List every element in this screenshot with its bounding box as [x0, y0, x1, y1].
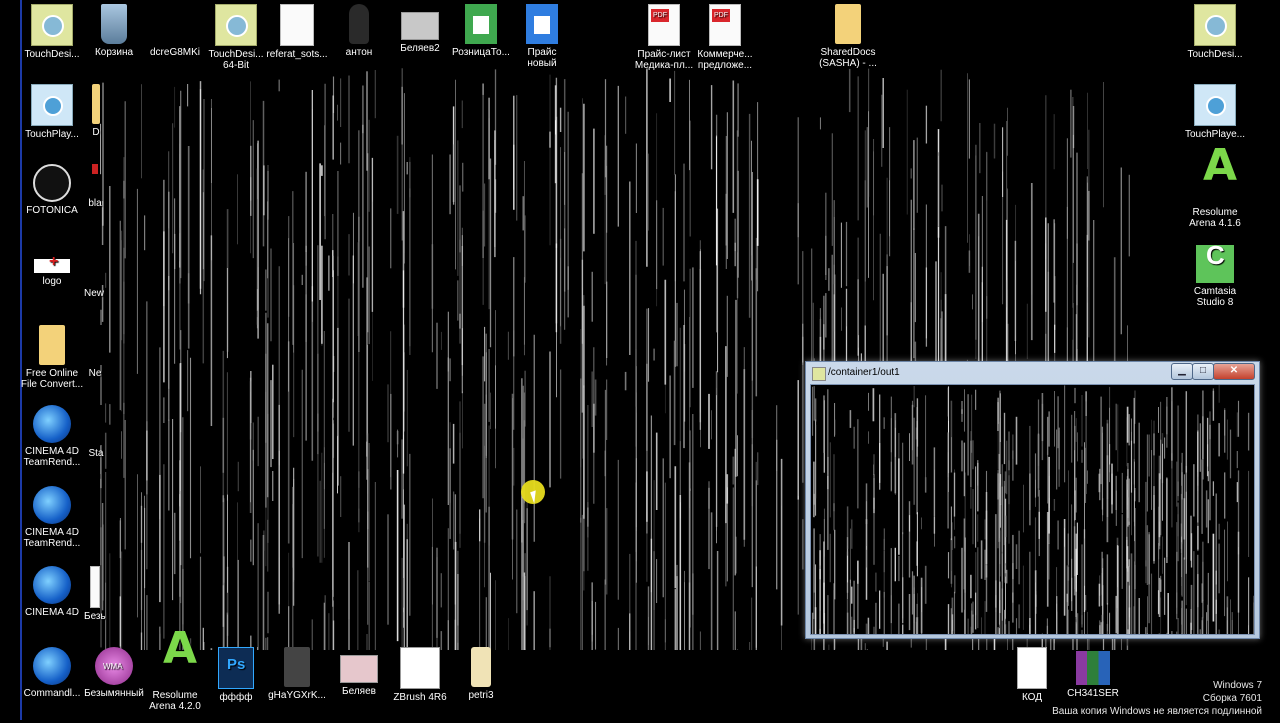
- icon-label: CINEMA 4D TeamRend...: [23, 527, 81, 549]
- touchdesigner-window-icon: [812, 367, 826, 381]
- window-titlebar[interactable]: /container1/out1 ▁ □ ✕: [806, 362, 1259, 384]
- logo-image-icon: [34, 256, 70, 273]
- cinema4d-icon: [33, 566, 71, 604]
- zbrush-icon: [400, 647, 440, 689]
- text-document-icon: [526, 4, 558, 44]
- document-icon: [280, 4, 314, 46]
- cinema4d-icon: [33, 486, 71, 524]
- watermark-line-1: Windows 7: [1213, 680, 1262, 691]
- icon-label: TouchPlaye...: [1184, 129, 1246, 140]
- resolume-icon: [155, 643, 197, 687]
- icon-label: Sta: [88, 448, 104, 459]
- blank-file-icon: [155, 4, 195, 44]
- wma-audio-icon: [95, 647, 133, 685]
- touchdesigner-icon: [215, 4, 257, 46]
- icon-label: TouchPlay...: [25, 129, 79, 140]
- icon-label: Прайс новый: [527, 47, 557, 69]
- folder-icon: [39, 325, 65, 365]
- commercial-offer-pdf[interactable]: Коммерче... предложе...: [687, 2, 763, 80]
- price-new-document[interactable]: Прайс новый: [504, 2, 580, 80]
- icon-label: FOTONICA: [26, 205, 78, 216]
- icon-label: New: [84, 288, 104, 299]
- text-file-icon: [1017, 647, 1047, 689]
- petri3-file[interactable]: petri3: [443, 645, 519, 723]
- resolume-416-shortcut[interactable]: Resolume Arena 4.1.6: [1177, 160, 1253, 240]
- resolume-icon: [1195, 160, 1237, 204]
- spreadsheet-icon: [465, 4, 497, 44]
- jar-icon: [471, 647, 491, 687]
- icon-label: Camtasia Studio 8: [1193, 286, 1237, 308]
- file-icon: [92, 164, 98, 174]
- icon-label: CINEMA 4D: [25, 607, 79, 618]
- close-button[interactable]: ✕: [1213, 363, 1255, 380]
- document-icon: [90, 566, 100, 608]
- partial-icon-sta[interactable]: Sta: [88, 403, 104, 481]
- file-icon: [84, 245, 104, 285]
- watermark-line-3: Ваша копия Windows не является подлинной: [1052, 706, 1262, 717]
- cinema4d-teamrender-1-shortcut[interactable]: CINEMA 4D TeamRend...: [14, 403, 90, 481]
- partial-icon-d[interactable]: D: [88, 82, 104, 160]
- icon-label: Resolume Arena 4.1.6: [1189, 207, 1241, 229]
- touchdesigner-icon: [1194, 4, 1236, 46]
- icon-label: Безы: [84, 611, 106, 622]
- shareddocs-shortcut[interactable]: SharedDocs (SASHA) - ...: [810, 2, 886, 80]
- touchplayer-shortcut[interactable]: TouchPlay...: [14, 82, 90, 160]
- window-render-area: [810, 384, 1255, 635]
- icon-label: CINEMA 4D TeamRend...: [23, 446, 81, 468]
- icon-label: logo: [42, 276, 62, 287]
- fotonica-icon: [33, 164, 71, 202]
- touchplayer-icon: [1194, 84, 1236, 126]
- icon-label: SharedDocs (SASHA) - ...: [819, 47, 877, 69]
- recycle-bin-icon: [101, 4, 127, 44]
- partial-icon-bez[interactable]: Безы: [84, 564, 106, 642]
- windows-activation-watermark: Windows 7 Сборка 7601 Ваша копия Windows…: [1052, 679, 1262, 718]
- icon-label: Free Online File Convert...: [20, 368, 84, 390]
- free-online-converter-shortcut[interactable]: Free Online File Convert...: [14, 323, 90, 401]
- cinema4d-icon: [33, 405, 71, 443]
- cinema4d-teamrender-2-shortcut[interactable]: CINEMA 4D TeamRend...: [14, 484, 90, 562]
- camtasia-shortcut[interactable]: Camtasia Studio 8: [1177, 243, 1253, 321]
- folder-icon: [92, 84, 100, 124]
- icon-label: Ne: [88, 368, 102, 379]
- logo-file[interactable]: logo: [14, 243, 90, 321]
- pdf-icon: [709, 4, 741, 46]
- file-icon: [88, 405, 104, 445]
- camtasia-icon: [1196, 245, 1234, 283]
- portrait-icon: [284, 647, 310, 687]
- touchdesigner-right-shortcut[interactable]: TouchDesi...: [1177, 2, 1253, 80]
- person-icon: [349, 4, 369, 44]
- output-window[interactable]: /container1/out1 ▁ □ ✕: [805, 361, 1260, 639]
- icon-label: bla: [88, 198, 102, 209]
- photoshop-icon: [218, 647, 254, 689]
- maximize-button[interactable]: □: [1192, 363, 1214, 380]
- partial-icon-bla[interactable]: bla: [86, 162, 104, 240]
- partial-icon-new-2[interactable]: Ne: [86, 323, 104, 401]
- file-icon: [86, 325, 104, 365]
- icon-label: Коммерче... предложе...: [697, 49, 753, 71]
- cinema4d-icon: [33, 647, 71, 685]
- partial-icon-new-1[interactable]: New: [84, 243, 104, 321]
- icon-label: TouchDesi...: [1187, 49, 1243, 60]
- photo-icon: [401, 12, 439, 40]
- touchplayer-icon: [31, 84, 73, 126]
- shared-folder-icon: [835, 4, 861, 44]
- icon-label: petri3: [468, 690, 494, 701]
- watermark-line-2: Сборка 7601: [1202, 693, 1262, 704]
- desktop: TouchDesi... Корзина dcreG8MKi TouchDesi…: [0, 0, 1280, 720]
- minimize-button[interactable]: ▁: [1171, 363, 1193, 380]
- touchdesigner-icon: [31, 4, 73, 46]
- fotonica-shortcut[interactable]: FOTONICA: [14, 162, 90, 240]
- photo-icon: [340, 655, 378, 683]
- pdf-icon: [648, 4, 680, 46]
- particle-rain-preview: [811, 385, 1254, 634]
- cinema4d-shortcut[interactable]: CINEMA 4D: [14, 564, 90, 642]
- window-title: /container1/out1: [828, 367, 900, 378]
- icon-label: D: [92, 127, 100, 138]
